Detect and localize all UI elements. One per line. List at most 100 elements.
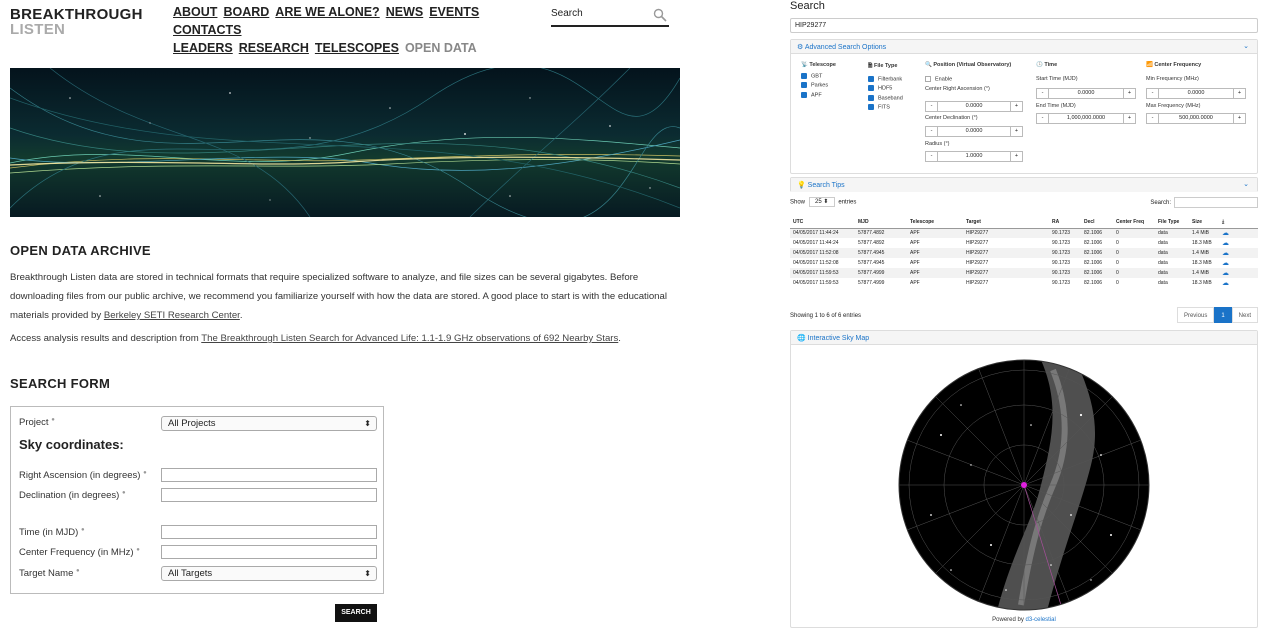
project-select[interactable]: All Projects ⬍ (161, 416, 377, 431)
search-icon[interactable] (653, 8, 667, 22)
col-ra[interactable]: RA (1049, 216, 1081, 229)
paper-link[interactable]: The Breakthrough Listen Search for Advan… (201, 333, 618, 344)
checkbox-icon[interactable] (868, 76, 874, 82)
checkbox-icon[interactable] (801, 82, 807, 89)
col-utc[interactable]: UTC (790, 216, 855, 229)
radius-stepper[interactable]: -1.0000 + (925, 151, 1023, 162)
filetype-hdf5[interactable]: HDF5 (868, 85, 903, 92)
minus-button[interactable]: - (926, 102, 938, 111)
search-tips-header[interactable]: 💡 Search Tips ⌄ (791, 178, 1257, 192)
plus-button[interactable]: + (1010, 152, 1022, 161)
filetype-baseband[interactable]: Baseband (868, 94, 903, 101)
start-time-stepper[interactable]: -0.0000 + (1036, 88, 1136, 99)
plus-button[interactable]: + (1010, 102, 1022, 111)
col-decl[interactable]: Decl (1081, 216, 1113, 229)
dec-stepper[interactable]: -0.0000 + (925, 126, 1023, 137)
max-frequency-stepper[interactable]: -500,000.0000 + (1146, 113, 1246, 124)
d3-celestial-link[interactable]: d3-celestial (1026, 617, 1056, 623)
help-icon[interactable]: ● (51, 417, 55, 423)
sky-map-header[interactable]: 🌐 Interactive Sky Map (791, 331, 1257, 345)
advanced-options-header[interactable]: ⚙ Advanced Search Options ⌄ (791, 40, 1257, 54)
dec-value[interactable]: 0.0000 (938, 127, 1010, 136)
filetype-filterbank[interactable]: Filterbank (868, 76, 903, 82)
nav-are-we-alone[interactable]: ARE WE ALONE? (275, 4, 379, 21)
min-frequency-stepper[interactable]: -0.0000 + (1146, 88, 1246, 99)
ra-input[interactable] (161, 468, 377, 482)
minus-button[interactable]: - (926, 127, 938, 136)
checkbox-icon[interactable] (868, 104, 874, 111)
help-icon[interactable]: ● (136, 547, 140, 553)
col-mjd[interactable]: MJD (855, 216, 907, 229)
page-1-button[interactable]: 1 (1214, 307, 1232, 323)
min-frequency-value[interactable]: 0.0000 (1159, 89, 1233, 98)
page-length-select[interactable]: 25 ⬍ (808, 197, 835, 207)
minus-button[interactable]: - (926, 152, 938, 161)
cloud-download-icon[interactable]: ☁ (1219, 228, 1258, 238)
help-icon[interactable]: ● (81, 527, 85, 533)
cloud-download-icon[interactable]: ☁ (1219, 238, 1258, 248)
cloud-download-icon[interactable]: ☁ (1219, 248, 1258, 258)
search-submit-button[interactable]: SEARCH (335, 604, 377, 622)
minus-button[interactable]: - (1037, 89, 1049, 98)
cloud-download-icon[interactable]: ☁ (1219, 278, 1258, 288)
telescope-gbt[interactable]: GBT (801, 73, 836, 79)
telescope-parkes[interactable]: Parkes (801, 82, 836, 89)
telescope-apf[interactable]: APF (801, 91, 836, 98)
col-target[interactable]: Target (963, 216, 1049, 229)
site-search-input[interactable]: Search (551, 7, 669, 27)
cloud-download-icon[interactable]: ☁ (1219, 268, 1258, 278)
logo-subtitle[interactable]: LISTEN (10, 21, 65, 38)
ra-stepper[interactable]: -0.0000 + (925, 101, 1023, 112)
help-icon[interactable]: ● (76, 568, 80, 574)
checkbox-icon[interactable] (801, 73, 807, 79)
col-telescope[interactable]: Telescope (907, 216, 963, 229)
sky-map-canvas[interactable] (791, 345, 1257, 615)
help-icon[interactable]: ● (143, 470, 147, 476)
chevron-down-icon[interactable]: ⌄ (1243, 180, 1249, 188)
position-enable[interactable]: Enable (925, 76, 1035, 82)
checkbox-icon[interactable] (868, 85, 874, 92)
minus-button[interactable]: - (1037, 114, 1049, 123)
col-download[interactable]: ⤓ (1219, 216, 1258, 229)
time-input[interactable] (161, 525, 377, 539)
start-time-value[interactable]: 0.0000 (1049, 89, 1123, 98)
plus-button[interactable]: + (1010, 127, 1022, 136)
filetype-fits[interactable]: FITS (868, 104, 903, 111)
ra-value[interactable]: 0.0000 (938, 102, 1010, 111)
target-select[interactable]: All Targets ⬍ (161, 566, 377, 581)
plus-button[interactable]: + (1123, 114, 1135, 123)
checkbox-icon[interactable] (868, 94, 874, 101)
end-time-stepper[interactable]: -1,000,000.0000 + (1036, 113, 1136, 124)
nav-news[interactable]: NEWS (386, 4, 424, 21)
cloud-download-icon[interactable]: ☁ (1219, 258, 1258, 268)
nav-telescopes[interactable]: TELESCOPES (315, 40, 399, 57)
minus-button[interactable]: - (1147, 114, 1159, 123)
col-file-type[interactable]: File Type (1155, 216, 1189, 229)
nav-board[interactable]: BOARD (223, 4, 269, 21)
plus-button[interactable]: + (1233, 114, 1245, 123)
query-input[interactable]: HIP29277 (790, 18, 1258, 33)
nav-open-data[interactable]: OPEN DATA (405, 40, 477, 57)
chevron-down-icon[interactable]: ⌄ (1243, 42, 1249, 50)
nav-research[interactable]: RESEARCH (239, 40, 309, 57)
minus-button[interactable]: - (1147, 89, 1159, 98)
end-time-value[interactable]: 1,000,000.0000 (1049, 114, 1123, 123)
table-search-input[interactable] (1174, 197, 1258, 208)
nav-events[interactable]: EVENTS (429, 4, 479, 21)
col-center-freq[interactable]: Center Freq (1113, 216, 1155, 229)
freq-input[interactable] (161, 545, 377, 559)
help-icon[interactable]: ● (122, 490, 126, 496)
radius-value[interactable]: 1.0000 (938, 152, 1010, 161)
max-frequency-value[interactable]: 500,000.0000 (1159, 114, 1233, 123)
dec-input[interactable] (161, 488, 377, 502)
plus-button[interactable]: + (1233, 89, 1245, 98)
nav-leaders[interactable]: LEADERS (173, 40, 233, 57)
previous-page-button[interactable]: Previous (1176, 307, 1215, 323)
plus-button[interactable]: + (1123, 89, 1135, 98)
nav-contacts[interactable]: CONTACTS (173, 22, 242, 39)
next-page-button[interactable]: Next (1231, 307, 1258, 323)
checkbox-icon[interactable] (925, 76, 931, 82)
berkeley-seti-link[interactable]: Berkeley SETI Research Center (104, 310, 240, 321)
checkbox-icon[interactable] (801, 91, 807, 98)
col-size[interactable]: Size (1189, 216, 1219, 229)
